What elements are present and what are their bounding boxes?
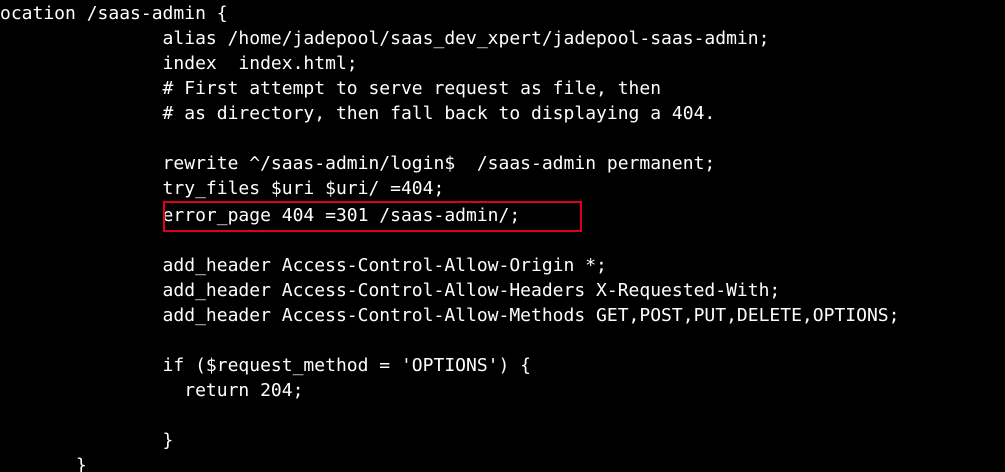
code-line-index: index index.html; <box>0 53 358 74</box>
error-page-highlight-box <box>163 201 582 232</box>
code-line-allow-methods: add_header Access-Control-Allow-Methods … <box>0 305 900 326</box>
terminal-window[interactable]: ocation /saas-admin { alias /home/jadepo… <box>0 0 1005 472</box>
code-line-location-block: ocation /saas-admin { <box>0 3 228 24</box>
code-line-allow-origin: add_header Access-Control-Allow-Origin *… <box>0 255 607 276</box>
code-line-if-options: if ($request_method = 'OPTIONS') { <box>0 355 532 376</box>
code-line-allow-headers: add_header Access-Control-Allow-Headers … <box>0 280 781 301</box>
code-line-comment-1: # First attempt to serve request as file… <box>0 78 662 99</box>
code-line-comment-2: # as directory, then fall back to displa… <box>0 103 716 124</box>
code-line-close-location: } <box>0 455 87 472</box>
code-line-rewrite: rewrite ^/saas-admin/login$ /saas-admin … <box>0 153 716 174</box>
code-line-try-files: try_files $uri $uri/ =404; <box>0 178 445 199</box>
code-line-return: return 204; <box>0 380 304 401</box>
code-line-close-if: } <box>0 430 174 451</box>
code-line-alias: alias /home/jadepool/saas_dev_xpert/jade… <box>0 28 770 49</box>
